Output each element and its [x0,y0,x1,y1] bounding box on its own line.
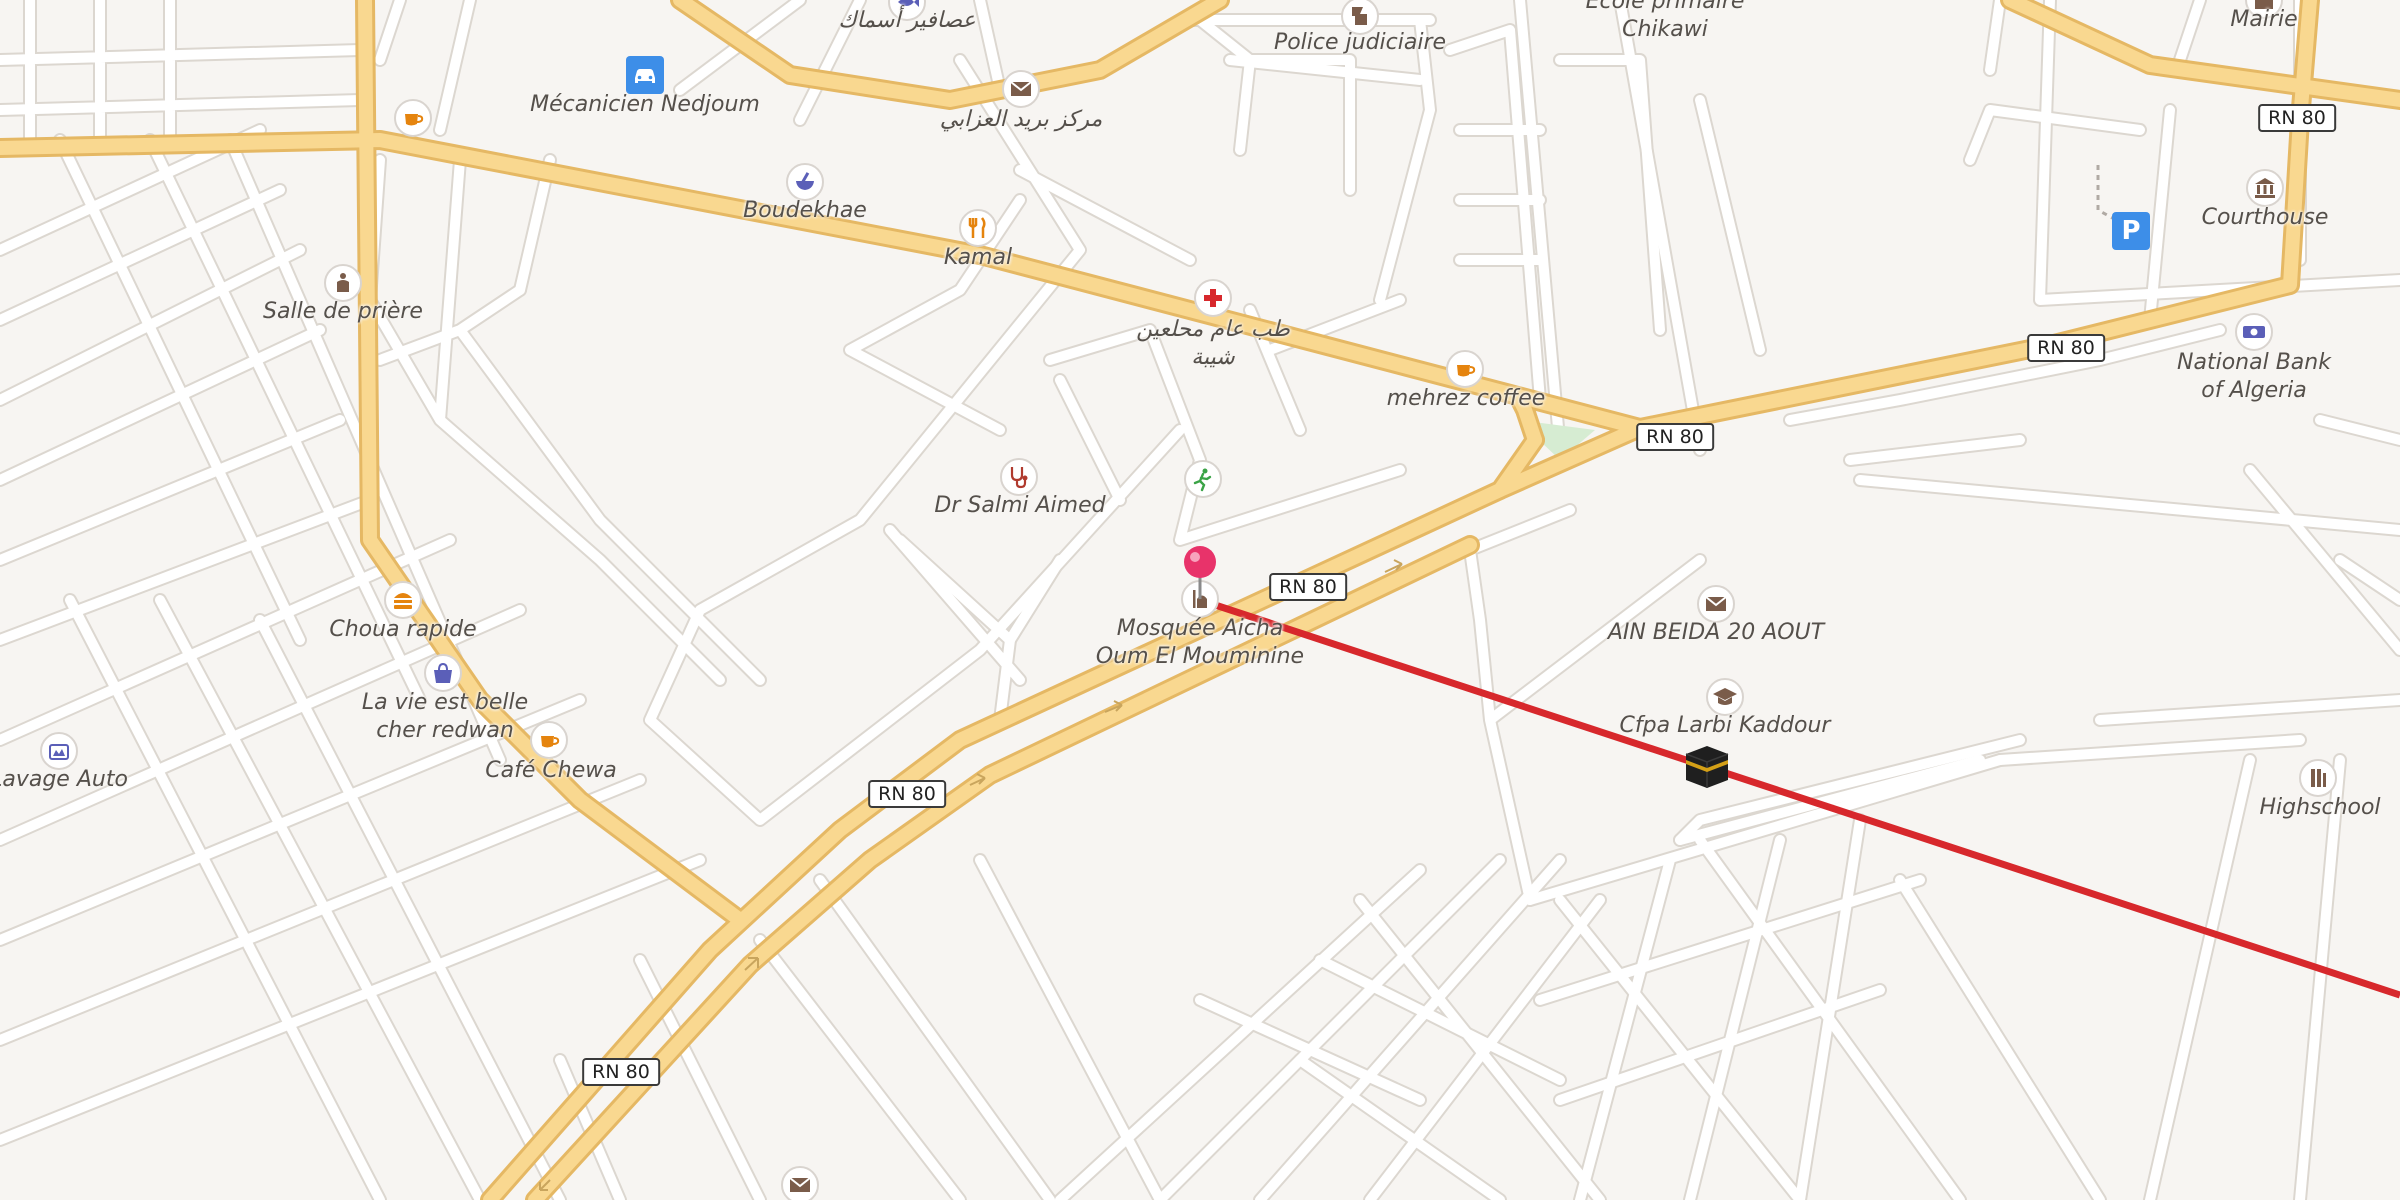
poi-shop-icon[interactable] [424,654,462,692]
poi-restaurant-icon[interactable] [959,209,997,247]
label-dr-salmi: Dr Salmi Aimed [934,493,1106,518]
banknote-icon [2243,326,2265,338]
label-mosquee: Mosquée Aicha Oum El Mouminine [1095,616,1305,669]
stethoscope-icon [1010,467,1028,489]
road-shield-rn80: RN 80 [582,1058,660,1086]
courthouse-icon [2255,178,2275,198]
poi-car-wash-icon[interactable] [40,732,78,770]
label-cfpa: Cfpa Larbi Kaddour [1619,713,1831,738]
envelope-icon [1705,596,1727,611]
poi-car-repair-icon[interactable] [626,56,664,94]
label-post-office: مركز بريد العزابي [939,107,1103,132]
envelope-icon [1010,81,1032,96]
label-mehrez-coffee: mehrez coffee [1386,386,1546,411]
poi-highschool-icon[interactable] [2299,759,2337,797]
burger-icon [394,593,412,609]
label-cafe-chewa: Café Chewa [485,758,617,783]
poi-post-office-icon[interactable] [1002,70,1040,108]
label-boudekhae: Boudekhae [743,198,867,223]
poi-post-office-icon[interactable] [1697,585,1735,623]
medical-cross-icon [1204,289,1222,307]
poi-doctor-clinic-icon[interactable] [1000,458,1038,496]
map-canvas[interactable]: RN 80 RN 80 RN 80 RN 80 RN 80 RN 80 P Ec… [0,0,2400,1200]
poi-pharmacy-icon[interactable] [786,163,824,201]
road-shield-rn80: RN 80 [868,780,946,808]
kaaba-icon [1680,738,1734,792]
car-icon [635,69,655,83]
label-kamal: Kamal [943,245,1013,270]
label-ain-beida: AIN BEIDA 20 AOUT [1607,620,1825,645]
graduation-cap-icon [1713,688,1737,705]
label-lavage-auto: Lavage Auto [0,767,128,792]
prayer-icon [337,273,349,292]
poi-courthouse-icon[interactable] [2246,169,2284,207]
poi-post-office-icon[interactable] [781,1166,819,1200]
label-courthouse: Courthouse [2201,205,2329,230]
school-icon [2311,769,2326,787]
label-la-vie-est-belle: La vie est belle cher redwan [361,690,529,743]
label-mecanicien: Mécanicien Nedjoum [530,92,760,117]
coffee-cup-icon [405,114,424,126]
car-wash-icon [49,744,69,760]
mortar-pestle-icon [796,172,814,190]
road-shield-rn80: RN 80 [1636,423,1714,451]
selected-location-pin[interactable] [1182,545,1218,599]
poi-school-icon[interactable] [1706,678,1744,716]
police-icon [1352,7,1367,25]
shopping-bag-icon [434,662,452,683]
poi-parking-icon[interactable]: P [2112,212,2150,250]
road-shield-rn80: RN 80 [2027,334,2105,362]
poi-bank-icon[interactable] [2235,313,2273,351]
label-medecin: طب عام محلعين شيبة [1136,317,1290,370]
road-shield-rn80: RN 80 [1269,573,1347,601]
road-shield-rn80: RN 80 [2258,104,2336,132]
running-person-icon [1193,468,1212,492]
label-salle-de-priere: Salle de prière [263,299,423,324]
coffee-cup-icon [1457,365,1476,377]
poi-coffee-shop-icon[interactable] [1446,350,1484,388]
label-seafood: عصافير أسماك [838,8,976,33]
envelope-icon [789,1177,811,1192]
label-national-bank: National Bank of Algeria [2177,350,2331,403]
label-ecole-primaire: Ecole primaire Chikawi [1585,0,1745,42]
label-choua-rapide: Choua rapide [329,617,477,642]
poi-cafe-icon[interactable] [394,99,432,137]
poi-sports-icon[interactable] [1184,460,1222,498]
label-police-judiciaire: Police judiciaire [1273,30,1447,55]
fork-knife-icon [968,217,986,238]
poi-doctor-icon[interactable] [1194,279,1232,317]
label-highschool: Highschool [2259,795,2381,820]
label-mairie: Mairie [2230,7,2298,32]
poi-fastfood-icon[interactable] [384,581,422,619]
poi-prayer-room-icon[interactable] [324,264,362,302]
